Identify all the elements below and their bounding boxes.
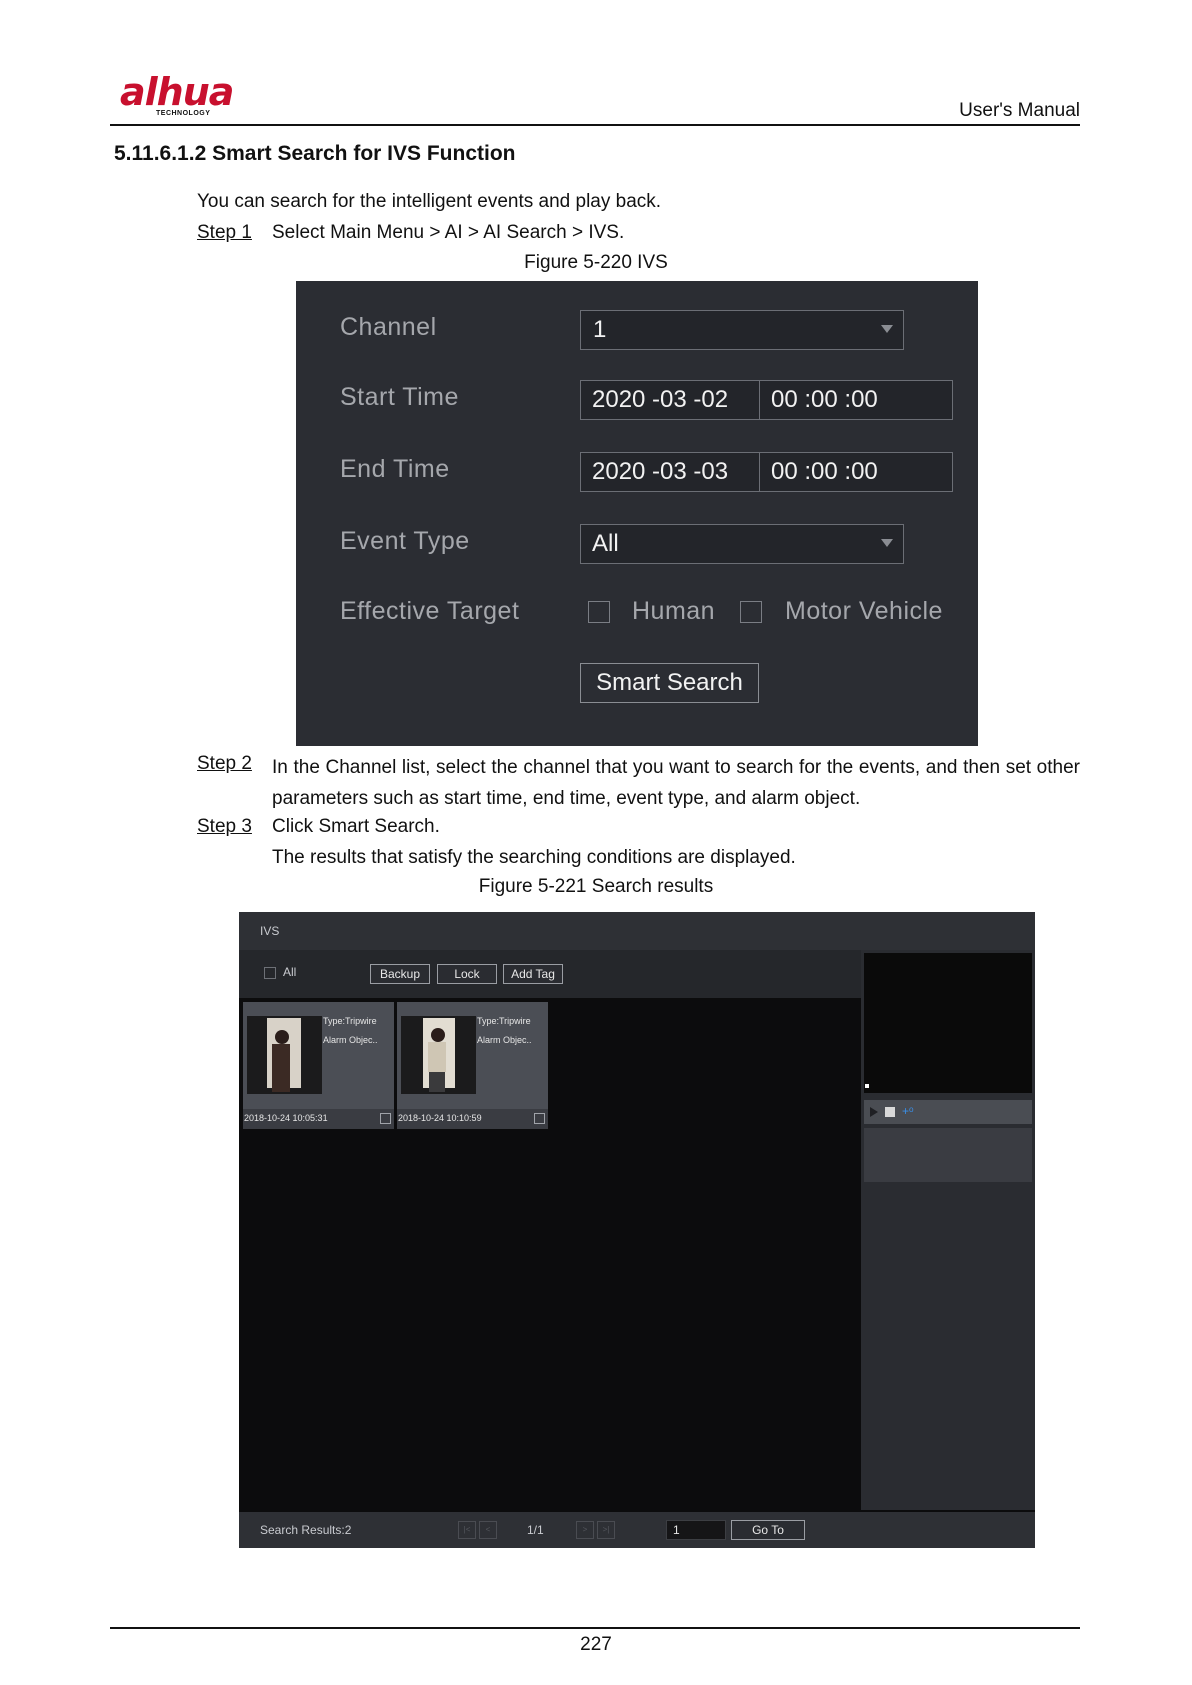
channel-select[interactable]: 1 [580,310,904,350]
result-card[interactable]: Type:Tripwire Alarm Objec.. 2018-10-24 1… [243,1002,394,1129]
goto-button[interactable]: Go To [731,1520,805,1540]
header-rule [110,124,1080,126]
start-time-value[interactable]: 00 :00 :00 [771,386,878,414]
prev-page-button[interactable]: < [479,1521,497,1539]
goto-page-input[interactable]: 1 [666,1520,726,1540]
first-page-button[interactable]: |< [458,1521,476,1539]
person-body [272,1044,290,1092]
person-legs [429,1072,445,1092]
play-icon[interactable] [870,1107,878,1117]
step-3-text: Click Smart Search. [272,816,440,837]
end-date-value[interactable]: 2020 -03 -03 [592,458,728,486]
next-page-button[interactable]: > [576,1521,594,1539]
human-checkbox[interactable] [588,601,610,623]
chevron-down-icon [881,325,893,333]
person-body [428,1042,446,1072]
human-label: Human [632,597,716,625]
ivs-search-panel: Channel 1 Start Time 2020 -03 -02 00 :00… [296,281,978,746]
channel-value: 1 [593,316,607,343]
snapshot-image [401,1016,476,1094]
result-type: Type:Tripwire [323,1016,377,1026]
dahua-logo: alhua TECHNOLOGY [120,72,260,120]
last-page-button[interactable]: >| [597,1521,615,1539]
result-timestamp: 2018-10-24 10:10:59 [398,1113,482,1123]
figure1-caption: Figure 5-220 IVS [524,252,668,273]
chevron-down-icon [881,539,893,547]
playback-controls: +ᵒ [864,1100,1032,1124]
result-object: Alarm Objec.. [477,1035,532,1045]
logo-subtext: TECHNOLOGY [156,110,211,117]
motor-vehicle-label: Motor Vehicle [785,597,943,625]
intro-text: You can search for the intelligent event… [197,191,662,212]
result-object: Alarm Objec.. [323,1035,378,1045]
step-3-result: The results that satisfy the searching c… [272,847,796,868]
window-title: IVS [260,924,280,938]
step-1-label: Step 1 [197,222,252,243]
figure2-caption: Figure 5-221 Search results [478,876,714,897]
select-all-label: All [283,965,297,979]
start-time-label: Start Time [340,383,459,411]
info-area [864,1128,1032,1182]
result-footer: 2018-10-24 10:05:31 [243,1109,394,1129]
result-footer: 2018-10-24 10:10:59 [397,1109,548,1129]
smart-search-button[interactable]: Smart Search [580,663,759,703]
search-results-count: Search Results:2 [260,1523,352,1537]
end-time-field[interactable]: 2020 -03 -03 00 :00 :00 [580,452,953,492]
result-timestamp: 2018-10-24 10:05:31 [244,1113,328,1123]
step-1-text: Select Main Menu > AI > AI Search > IVS. [272,221,624,245]
search-results-window: IVS All Backup Lock Add Tag Type:Tripwir… [239,912,1035,1548]
field-divider [759,453,760,491]
stop-icon[interactable] [885,1107,895,1117]
clip-icon[interactable]: +ᵒ [902,1104,914,1118]
step-2-label: Step 2 [197,753,252,774]
field-divider [759,381,760,419]
start-time-field[interactable]: 2020 -03 -02 00 :00 :00 [580,380,953,420]
event-type-select[interactable]: All [580,524,904,564]
logo-text: alhua [120,70,234,114]
progress-marker [865,1084,869,1088]
start-date-value[interactable]: 2020 -03 -02 [592,386,728,414]
results-toolbar: All Backup Lock Add Tag [239,950,861,998]
preview-panel: +ᵒ [861,950,1035,1510]
footer-rule [110,1627,1080,1629]
section-heading: 5.11.6.1.2 Smart Search for IVS Function [114,142,516,165]
lock-button[interactable]: Lock [437,964,497,984]
end-time-label: End Time [340,455,450,483]
step-2-text: In the Channel list, select the channel … [272,757,1080,809]
snapshot-image [247,1016,322,1094]
result-checkbox[interactable] [380,1113,391,1124]
backup-button[interactable]: Backup [370,964,430,984]
result-card[interactable]: Type:Tripwire Alarm Objec.. 2018-10-24 1… [397,1002,548,1129]
end-time-value[interactable]: 00 :00 :00 [771,458,878,486]
page-indicator: 1/1 [527,1523,544,1537]
person-head [431,1028,445,1042]
effective-target-label: Effective Target [340,597,520,625]
manual-title: User's Manual [959,100,1080,121]
add-tag-button[interactable]: Add Tag [503,964,563,984]
step-1-text-value: Select Main Menu > AI > AI Search > IVS. [272,222,625,243]
result-type: Type:Tripwire [477,1016,531,1026]
result-checkbox[interactable] [534,1113,545,1124]
channel-label: Channel [340,313,437,341]
step-3-label: Step 3 [197,816,252,837]
person-head [275,1030,289,1044]
event-type-value: All [592,530,619,557]
results-footer: Search Results:2 |< < 1/1 > >| 1 Go To [239,1512,1035,1548]
window-titlebar: IVS [239,912,1035,950]
select-all-checkbox[interactable] [264,967,276,979]
event-type-label: Event Type [340,527,470,555]
motor-vehicle-checkbox[interactable] [740,601,762,623]
video-preview [864,953,1032,1093]
page-number: 227 [580,1634,612,1655]
